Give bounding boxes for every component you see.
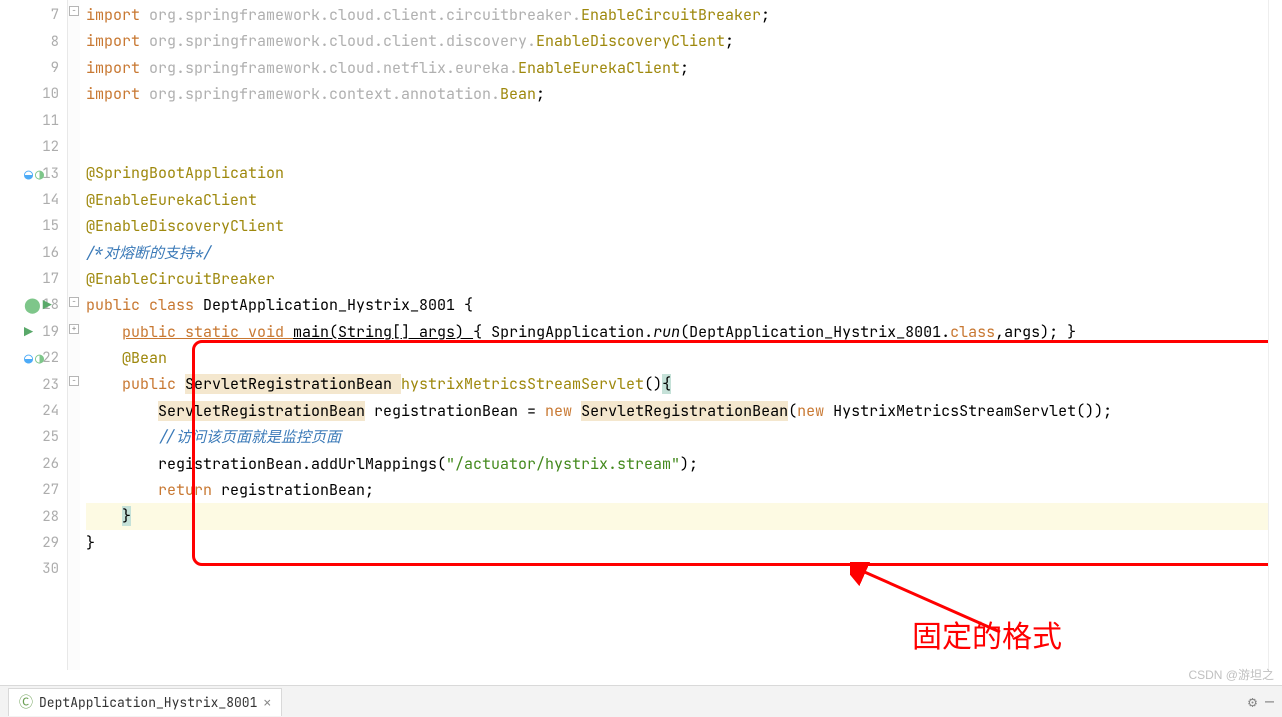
code-line[interactable]: import org.springframework.cloud.netflix…	[86, 55, 1282, 81]
annotation-text: 固定的格式	[912, 612, 1062, 656]
tab-label: DeptApplication_Hystrix_8001	[39, 694, 257, 711]
hide-icon[interactable]: —	[1265, 692, 1274, 712]
class-icon: Ⓒ	[19, 692, 33, 712]
code-line[interactable]: @Bean	[86, 345, 1282, 371]
line-number: 24	[39, 402, 59, 420]
code-line[interactable]: @SpringBootApplication	[86, 160, 1282, 186]
code-line[interactable]: @EnableCircuitBreaker	[86, 266, 1282, 292]
code-area[interactable]: import org.springframework.cloud.client.…	[80, 0, 1282, 670]
code-line[interactable]	[86, 108, 1282, 134]
code-line-current[interactable]: }	[86, 503, 1282, 529]
fold-toggle-icon[interactable]: -	[69, 376, 79, 386]
code-line[interactable]: //访问该页面就是监控页面	[86, 424, 1282, 450]
line-number: 27	[39, 481, 59, 499]
class-icon: ⬤	[24, 295, 41, 315]
fold-toggle-icon[interactable]: +	[69, 324, 79, 334]
line-number: 19	[39, 323, 59, 341]
gutter: 7 8 9 10 11 12 ◒◑13 14 15 16 17 ⬤▶18 ▶19…	[0, 0, 68, 670]
code-line[interactable]: return registrationBean;	[86, 477, 1282, 503]
code-line[interactable]: public class DeptApplication_Hystrix_800…	[86, 292, 1282, 318]
bean-marker-icon: ◒	[24, 348, 33, 368]
watermark: CSDN @游坦之	[1188, 666, 1274, 683]
line-number: 10	[39, 85, 59, 103]
breadcrumb-bar: Ⓒ DeptApplication_Hystrix_8001 ✕ ⚙ —	[0, 685, 1282, 717]
fold-toggle-icon[interactable]: -	[69, 6, 79, 16]
line-number: 16	[39, 244, 59, 262]
line-number: 26	[39, 455, 59, 473]
line-number: 9	[39, 59, 59, 77]
bean-marker-icon: ◑	[35, 348, 44, 368]
code-editor[interactable]: 7 8 9 10 11 12 ◒◑13 14 15 16 17 ⬤▶18 ▶19…	[0, 0, 1282, 670]
line-number: 29	[39, 534, 59, 552]
fold-toggle-icon[interactable]: -	[69, 297, 79, 307]
code-line[interactable]: import org.springframework.context.annot…	[86, 81, 1282, 107]
code-line[interactable]: /*对熔断的支持*/	[86, 240, 1282, 266]
code-line[interactable]: @EnableEurekaClient	[86, 187, 1282, 213]
class-marker-icon: ◑	[35, 164, 44, 184]
line-number: 25	[39, 428, 59, 446]
line-number: 28	[39, 508, 59, 526]
line-number: 15	[39, 217, 59, 235]
fold-column: - - + -	[68, 0, 80, 670]
run-icon[interactable]: ▶	[43, 295, 52, 315]
close-icon[interactable]: ✕	[263, 694, 271, 711]
code-line[interactable]: ServletRegistrationBean registrationBean…	[86, 398, 1282, 424]
gear-icon[interactable]: ⚙	[1248, 692, 1257, 712]
code-line[interactable]: import org.springframework.cloud.client.…	[86, 2, 1282, 28]
class-marker-icon: ◒	[24, 164, 33, 184]
run-icon[interactable]: ▶	[24, 322, 33, 342]
line-number: 7	[39, 6, 59, 24]
line-number: 14	[39, 191, 59, 209]
line-number: 17	[39, 270, 59, 288]
line-number: 30	[39, 560, 59, 578]
line-number: 8	[39, 33, 59, 51]
right-gutter	[1268, 0, 1282, 670]
line-number: 23	[39, 376, 59, 394]
line-number: 12	[39, 138, 59, 156]
line-number: 11	[39, 112, 59, 130]
breadcrumb-tab[interactable]: Ⓒ DeptApplication_Hystrix_8001 ✕	[8, 688, 282, 716]
code-line[interactable]: public static void main(String[] args) {…	[86, 319, 1282, 345]
code-line[interactable]: import org.springframework.cloud.client.…	[86, 28, 1282, 54]
code-line[interactable]	[86, 134, 1282, 160]
code-line[interactable]: @EnableDiscoveryClient	[86, 213, 1282, 239]
code-line[interactable]: registrationBean.addUrlMappings("/actuat…	[86, 451, 1282, 477]
code-line[interactable]: public ServletRegistrationBean hystrixMe…	[86, 371, 1282, 397]
code-line[interactable]	[86, 556, 1282, 582]
code-line[interactable]: }	[86, 530, 1282, 556]
